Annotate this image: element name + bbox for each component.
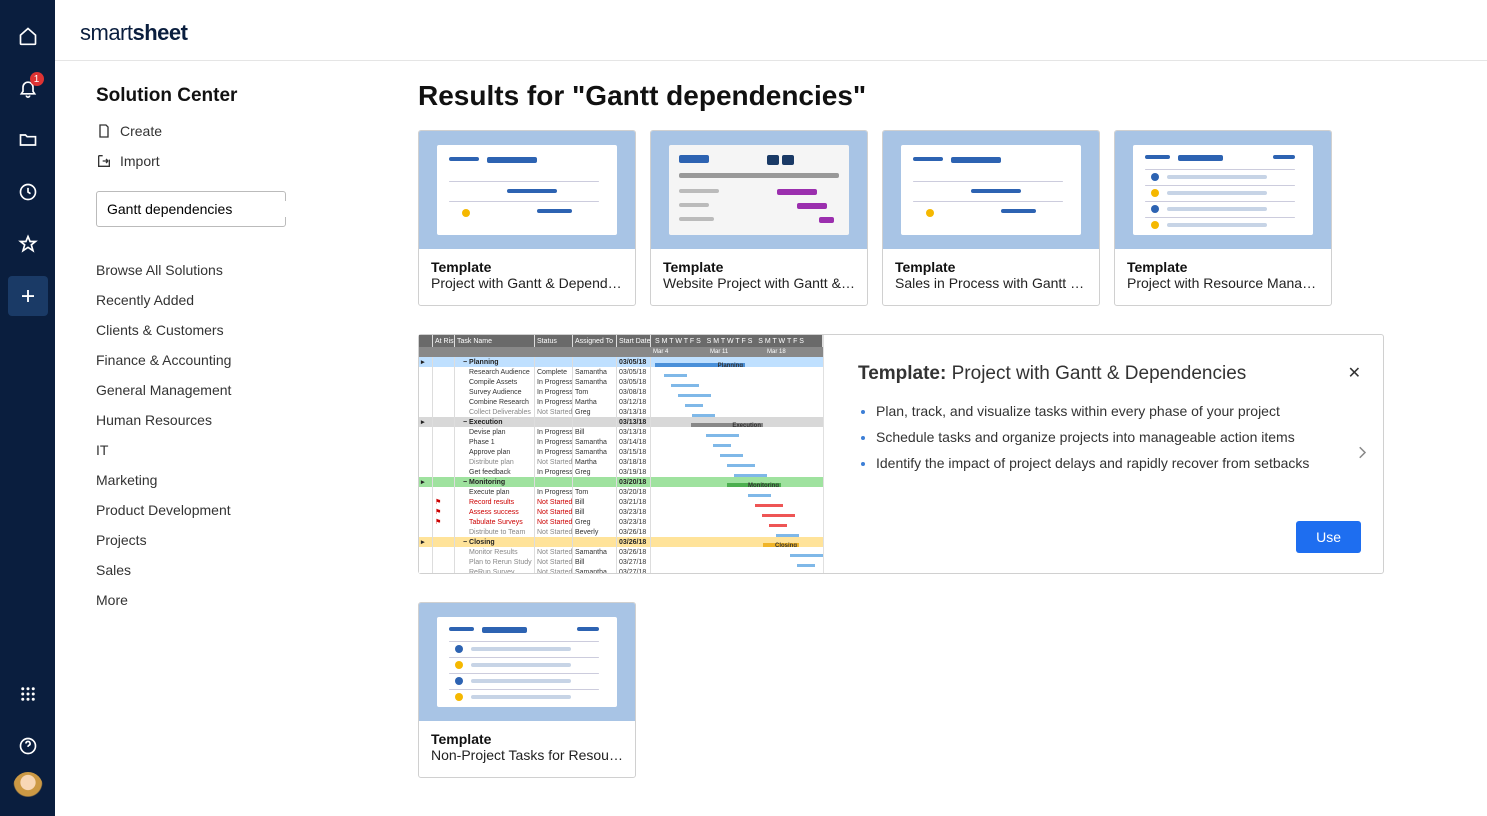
card-title: Project with Gantt & Depende…: [431, 275, 623, 291]
template-card-row-2: Template Non-Project Tasks for Resourc…: [418, 602, 1457, 778]
card-title: Website Project with Gantt & D…: [663, 275, 855, 291]
header-divider: [55, 60, 1487, 61]
template-card[interactable]: Template Project with Resource Manage…: [1114, 130, 1332, 306]
category-item[interactable]: Sales: [96, 555, 386, 585]
next-arrow-icon[interactable]: [1353, 444, 1371, 465]
folder-icon[interactable]: [8, 120, 48, 160]
category-item[interactable]: General Management: [96, 375, 386, 405]
notification-badge: 1: [30, 72, 44, 86]
template-thumbnail: [883, 131, 1099, 249]
results-area: Results for "Gantt dependencies" Templat…: [418, 80, 1457, 778]
import-action[interactable]: Import: [96, 149, 386, 173]
category-item[interactable]: Finance & Accounting: [96, 345, 386, 375]
detail-bullet-list: Plan, track, and visualize tasks within …: [858, 399, 1349, 477]
create-action[interactable]: Create: [96, 119, 386, 143]
search-input[interactable]: [107, 201, 288, 217]
detail-bullet: Schedule tasks and organize projects int…: [876, 425, 1349, 451]
add-button[interactable]: [8, 276, 48, 316]
category-item[interactable]: Recently Added: [96, 285, 386, 315]
category-item[interactable]: IT: [96, 435, 386, 465]
category-item[interactable]: Human Resources: [96, 405, 386, 435]
nav-rail: 1: [0, 0, 55, 816]
card-title: Non-Project Tasks for Resourc…: [431, 747, 623, 763]
card-type: Template: [1127, 259, 1319, 275]
brand-logo: smartsheet: [80, 20, 187, 46]
import-label: Import: [120, 153, 160, 169]
favorites-icon[interactable]: [8, 224, 48, 264]
help-icon[interactable]: [8, 726, 48, 766]
use-button[interactable]: Use: [1296, 521, 1361, 553]
template-card[interactable]: Template Project with Gantt & Depende…: [418, 130, 636, 306]
close-icon[interactable]: ✕: [1348, 363, 1361, 383]
detail-title: Template: Project with Gantt & Dependenc…: [858, 363, 1349, 385]
template-detail-panel: At RiskTask NameStatusAssigned ToStart D…: [418, 334, 1384, 574]
recents-icon[interactable]: [8, 172, 48, 212]
template-thumbnail: [1115, 131, 1331, 249]
template-card[interactable]: Template Website Project with Gantt & D…: [650, 130, 868, 306]
card-title: Project with Resource Manage…: [1127, 275, 1319, 291]
detail-bullet: Plan, track, and visualize tasks within …: [876, 399, 1349, 425]
user-avatar[interactable]: [13, 772, 43, 802]
apps-icon[interactable]: [8, 674, 48, 714]
template-card[interactable]: Template Sales in Process with Gantt & …: [882, 130, 1100, 306]
template-thumbnail: [651, 131, 867, 249]
template-card[interactable]: Template Non-Project Tasks for Resourc…: [418, 602, 636, 778]
template-thumbnail: [419, 131, 635, 249]
template-card-row: Template Project with Gantt & Depende… T…: [418, 130, 1457, 306]
results-heading: Results for "Gantt dependencies": [418, 80, 1457, 112]
notifications-icon[interactable]: 1: [8, 68, 48, 108]
create-label: Create: [120, 123, 162, 139]
card-type: Template: [431, 731, 623, 747]
card-type: Template: [431, 259, 623, 275]
category-item[interactable]: Clients & Customers: [96, 315, 386, 345]
category-item[interactable]: More: [96, 585, 386, 615]
card-type: Template: [895, 259, 1087, 275]
template-thumbnail: [419, 603, 635, 721]
category-item[interactable]: Marketing: [96, 465, 386, 495]
category-item[interactable]: Browse All Solutions: [96, 255, 386, 285]
card-type: Template: [663, 259, 855, 275]
category-item[interactable]: Product Development: [96, 495, 386, 525]
home-icon[interactable]: [8, 16, 48, 56]
sidebar-heading: Solution Center: [96, 85, 386, 107]
search-box[interactable]: [96, 191, 286, 227]
solution-sidebar: Solution Center Create Import Browse All…: [96, 85, 386, 615]
category-item[interactable]: Projects: [96, 525, 386, 555]
template-preview-image: At RiskTask NameStatusAssigned ToStart D…: [419, 335, 824, 573]
card-title: Sales in Process with Gantt & …: [895, 275, 1087, 291]
category-list: Browse All SolutionsRecently AddedClient…: [96, 255, 386, 615]
detail-bullet: Identify the impact of project delays an…: [876, 451, 1349, 477]
